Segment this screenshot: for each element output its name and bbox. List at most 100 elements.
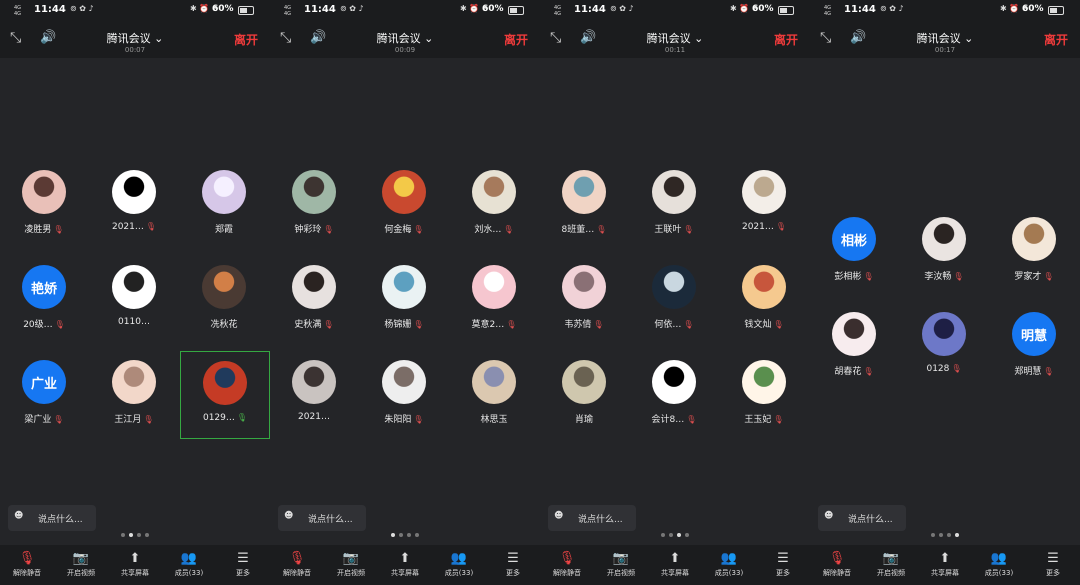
participant-tile[interactable]: 冼秋花: [180, 265, 268, 351]
participant-tile[interactable]: 莫意2… 🎙: [450, 265, 538, 351]
participant-tile[interactable]: 史秋满 🎙: [270, 265, 358, 351]
share-screen-button[interactable]: ⬆ 共享屏幕: [108, 545, 162, 585]
participant-tile[interactable]: 王玉妃 🎙: [720, 360, 808, 446]
emoji-icon[interactable]: ☻: [284, 511, 293, 521]
share-screen-button[interactable]: ⬆ 共享屏幕: [648, 545, 702, 585]
participant-tile[interactable]: 林思玉: [450, 360, 538, 446]
page-dot[interactable]: [685, 533, 689, 537]
meeting-panel: 4G 4G 11:44 ⊚ ✿ ♪ ✱ ⏰ ⊘ 60% ⤡ 🔊 腾讯会议 ⌄ 00…: [270, 0, 540, 585]
page-dot[interactable]: [955, 533, 959, 537]
share-screen-button[interactable]: ⬆ 共享屏幕: [918, 545, 972, 585]
more-button[interactable]: ☰ 更多: [756, 545, 810, 585]
page-dot[interactable]: [121, 533, 125, 537]
page-dot[interactable]: [129, 533, 133, 537]
unmute-button[interactable]: 🎙 解除静音: [540, 545, 594, 585]
meeting-title[interactable]: 腾讯会议 ⌄: [540, 30, 810, 46]
participant-tile[interactable]: 明慧 郑明慧 🎙: [990, 312, 1078, 398]
page-dot[interactable]: [939, 533, 943, 537]
participant-avatar: [742, 170, 786, 214]
mic-muted-icon: 🎙: [145, 222, 157, 231]
status-time: 11:44: [844, 4, 876, 15]
chat-input[interactable]: ☻ 说点什么...: [278, 505, 366, 531]
more-button[interactable]: ☰ 更多: [216, 545, 270, 585]
members-button[interactable]: 👥 成员(33): [162, 545, 216, 585]
participant-tile[interactable]: 罗家才 🎙: [990, 217, 1078, 303]
signal-icon: 4G 4G: [824, 5, 832, 17]
participant-tile[interactable]: 杨锦姗 🎙: [360, 265, 448, 351]
participant-tile[interactable]: 2021… 🎙: [720, 170, 808, 256]
page-dot[interactable]: [661, 533, 665, 537]
page-dot[interactable]: [137, 533, 141, 537]
meeting-title[interactable]: 腾讯会议 ⌄: [270, 30, 540, 46]
start-video-button[interactable]: 📷 开启视频: [864, 545, 918, 585]
page-dot[interactable]: [145, 533, 149, 537]
leave-button[interactable]: 离开: [234, 31, 258, 48]
leave-button[interactable]: 离开: [1044, 31, 1068, 48]
participant-tile[interactable]: 韦苏倩 🎙: [540, 265, 628, 351]
page-dot[interactable]: [677, 533, 681, 537]
participant-tile[interactable]: 凌胜男 🎙: [0, 170, 88, 256]
participant-tile[interactable]: 王联叶 🎙: [630, 170, 718, 256]
participant-tile[interactable]: 0129… 🎙: [180, 351, 270, 439]
more-button[interactable]: ☰ 更多: [486, 545, 540, 585]
participant-name: 钟彩玲 🎙: [294, 225, 334, 235]
participant-tile[interactable]: 李汝畅 🎙: [900, 217, 988, 303]
page-dot[interactable]: [669, 533, 673, 537]
notification-icons: ⊚ ✿ ♪: [340, 4, 364, 13]
participant-tile[interactable]: 胡春花 🎙: [810, 312, 898, 398]
chat-input[interactable]: ☻ 说点什么...: [8, 505, 96, 531]
page-dot[interactable]: [415, 533, 419, 537]
page-dot[interactable]: [391, 533, 395, 537]
participant-tile[interactable]: 8班董… 🎙: [540, 170, 628, 256]
battery-percentage: 60%: [212, 4, 234, 14]
page-dot[interactable]: [407, 533, 411, 537]
participant-tile[interactable]: 0128 🎙: [900, 312, 988, 398]
participant-tile[interactable]: 何依… 🎙: [630, 265, 718, 351]
chat-input[interactable]: ☻ 说点什么...: [548, 505, 636, 531]
more-button[interactable]: ☰ 更多: [1026, 545, 1080, 585]
start-video-button[interactable]: 📷 开启视频: [594, 545, 648, 585]
start-video-button[interactable]: 📷 开启视频: [54, 545, 108, 585]
share-screen-button[interactable]: ⬆ 共享屏幕: [378, 545, 432, 585]
participant-tile[interactable]: 2021… 🎙: [90, 170, 178, 256]
toolbar-label: 开启视频: [877, 569, 905, 577]
emoji-icon[interactable]: ☻: [824, 511, 833, 521]
mic-muted-icon: 🎙: [773, 320, 784, 329]
participant-tile[interactable]: 刘水… 🎙: [450, 170, 538, 256]
participant-tile[interactable]: 相彬 彭相彬 🎙: [810, 217, 898, 303]
page-dot[interactable]: [947, 533, 951, 537]
leave-button[interactable]: 离开: [774, 31, 798, 48]
chat-input[interactable]: ☻ 说点什么...: [818, 505, 906, 531]
mic-muted-icon: 🎙: [54, 320, 65, 329]
unmute-button[interactable]: 🎙 解除静音: [270, 545, 324, 585]
emoji-icon[interactable]: ☻: [14, 511, 23, 521]
unmute-button[interactable]: 🎙 解除静音: [810, 545, 864, 585]
participant-tile[interactable]: 钟彩玲 🎙: [270, 170, 358, 256]
unmute-button[interactable]: 🎙 解除静音: [0, 545, 54, 585]
participant-tile[interactable]: 2021…: [270, 360, 358, 446]
participant-tile[interactable]: 钱文灿 🎙: [720, 265, 808, 351]
mic-muted-icon: 🎙: [413, 320, 424, 329]
meeting-title[interactable]: 腾讯会议 ⌄: [810, 30, 1080, 46]
video-off-icon: 📷: [342, 551, 360, 566]
members-button[interactable]: 👥 成员(33): [972, 545, 1026, 585]
participant-tile[interactable]: 会计8… 🎙: [630, 360, 718, 446]
participant-tile[interactable]: 艳娇 20级… 🎙: [0, 265, 88, 351]
members-button[interactable]: 👥 成员(33): [432, 545, 486, 585]
participant-tile[interactable]: 广业 梁广业 🎙: [0, 360, 88, 446]
participant-tile[interactable]: 何金梅 🎙: [360, 170, 448, 256]
leave-button[interactable]: 离开: [504, 31, 528, 48]
page-dot[interactable]: [931, 533, 935, 537]
meeting-title[interactable]: 腾讯会议 ⌄: [0, 30, 270, 46]
participant-tile[interactable]: 0110…: [90, 265, 178, 351]
participant-tile[interactable]: 朱阳阳 🎙: [360, 360, 448, 446]
chat-placeholder: 说点什么...: [38, 515, 83, 525]
meeting-timer: 00:11: [664, 46, 686, 54]
members-button[interactable]: 👥 成员(33): [702, 545, 756, 585]
page-dot[interactable]: [399, 533, 403, 537]
start-video-button[interactable]: 📷 开启视频: [324, 545, 378, 585]
participant-tile[interactable]: 王江月 🎙: [90, 360, 178, 446]
participant-tile[interactable]: 郑霞: [180, 170, 268, 256]
participant-tile[interactable]: 肖瑜: [540, 360, 628, 446]
emoji-icon[interactable]: ☻: [554, 511, 563, 521]
